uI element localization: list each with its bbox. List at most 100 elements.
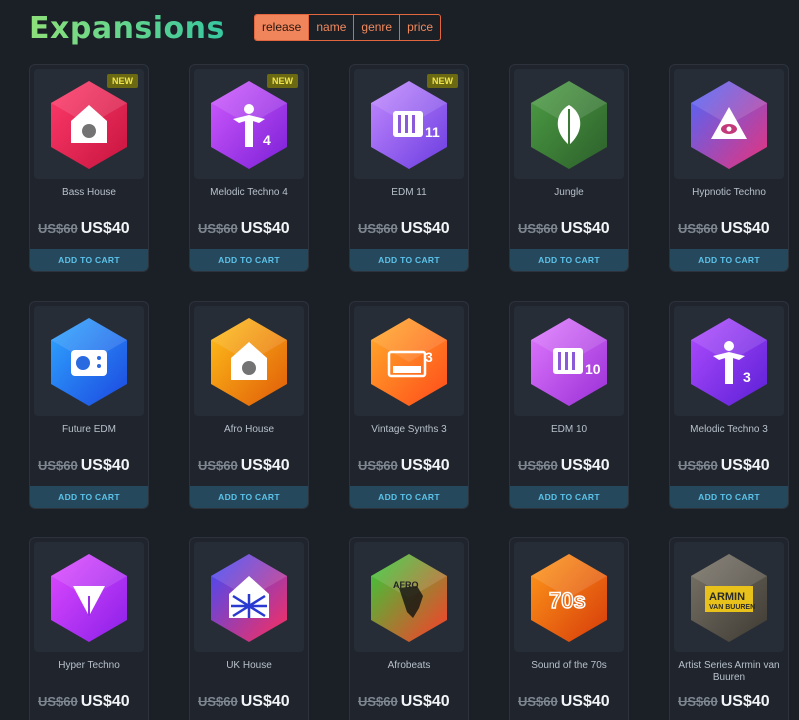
original-price: US$60 <box>678 458 718 473</box>
bass-house-icon <box>51 81 127 169</box>
add-to-cart-button[interactable]: ADD TO CART <box>30 486 148 508</box>
uk-house-icon <box>211 554 287 642</box>
product-card[interactable]: NEW Bass House US$60 US$40 ADD TO CART <box>29 64 149 272</box>
sort-toggle-group: release name genre price <box>254 14 442 41</box>
svg-text:11: 11 <box>425 124 440 140</box>
original-price: US$60 <box>678 221 718 236</box>
add-to-cart-button[interactable]: ADD TO CART <box>30 249 148 271</box>
product-card[interactable]: 10 EDM 10 US$60 US$40 ADD TO CART <box>509 301 629 509</box>
sort-release-button[interactable]: release <box>255 15 310 40</box>
product-thumbnail[interactable]: 3 <box>674 306 784 416</box>
product-card[interactable]: ARMIN VAN BUUREN Artist Series Armin van … <box>669 537 789 720</box>
product-card[interactable]: 3 Vintage Synths 3 US$60 US$40 ADD TO CART <box>349 301 469 509</box>
add-to-cart-button[interactable]: ADD TO CART <box>190 249 308 271</box>
product-card[interactable]: 70s Sound of the 70sUS$60US$40ADD TO CAR… <box>509 537 629 720</box>
price-row: US$60 US$40 <box>358 693 450 713</box>
product-thumbnail[interactable]: NEW <box>34 69 144 179</box>
product-thumbnail[interactable] <box>34 542 144 652</box>
product-thumbnail[interactable] <box>194 542 304 652</box>
product-name[interactable]: Bass House <box>34 187 144 199</box>
jungle-leaf-icon <box>531 81 607 169</box>
product-name[interactable]: Afrobeats <box>354 660 464 672</box>
sale-price: US$40 <box>80 220 130 237</box>
price-row: US$60 US$40 <box>518 693 610 713</box>
product-name[interactable]: Melodic Techno 3 <box>674 424 784 436</box>
sale-price: US$40 <box>720 220 770 237</box>
price-row: US$60 US$40 <box>198 220 290 240</box>
product-name[interactable]: Hypnotic Techno <box>674 187 784 199</box>
product-thumbnail[interactable] <box>194 306 304 416</box>
svg-text:70s: 70s <box>549 588 586 613</box>
price-row: US$60 US$40 <box>678 220 770 240</box>
price-row: US$60 US$40 <box>518 220 610 240</box>
product-thumbnail[interactable]: 11 NEW <box>354 69 464 179</box>
sort-price-button[interactable]: price <box>400 15 440 40</box>
product-thumbnail[interactable] <box>674 69 784 179</box>
product-thumbnail[interactable] <box>34 306 144 416</box>
product-name[interactable]: EDM 10 <box>514 424 624 436</box>
price-row: US$60 US$40 <box>38 220 130 240</box>
sort-genre-button[interactable]: genre <box>354 15 401 40</box>
new-badge: NEW <box>107 74 138 88</box>
add-to-cart-button[interactable]: ADD TO CART <box>670 249 788 271</box>
product-name[interactable]: Sound of the 70s <box>514 660 624 672</box>
original-price: US$60 <box>518 458 558 473</box>
add-to-cart-button[interactable]: ADD TO CART <box>350 249 468 271</box>
vintage-synth-icon: 3 <box>371 318 447 406</box>
new-badge: NEW <box>427 74 458 88</box>
add-to-cart-button[interactable]: ADD TO CART <box>510 249 628 271</box>
sale-price: US$40 <box>400 693 450 710</box>
product-name[interactable]: Melodic Techno 4 <box>194 187 304 199</box>
edm-mixer-icon: 11 <box>371 81 447 169</box>
add-to-cart-button[interactable]: ADD TO CART <box>350 486 468 508</box>
product-thumbnail[interactable]: 4 NEW <box>194 69 304 179</box>
edm-mixer-icon: 10 <box>531 318 607 406</box>
price-row: US$60 US$40 <box>678 693 770 713</box>
product-card[interactable]: Afro House US$60 US$40 ADD TO CART <box>189 301 309 509</box>
sale-price: US$40 <box>240 693 290 710</box>
product-name[interactable]: Jungle <box>514 187 624 199</box>
add-to-cart-button[interactable]: ADD TO CART <box>190 486 308 508</box>
product-thumbnail[interactable]: AFRO <box>354 542 464 652</box>
price-row: US$60 US$40 <box>518 457 610 477</box>
product-card[interactable]: UK HouseUS$60US$40ADD TO CART <box>189 537 309 720</box>
original-price: US$60 <box>518 221 558 236</box>
price-row: US$60 US$40 <box>38 457 130 477</box>
product-thumbnail[interactable]: 10 <box>514 306 624 416</box>
price-row: US$60 US$40 <box>198 693 290 713</box>
product-thumbnail[interactable] <box>514 69 624 179</box>
new-badge: NEW <box>267 74 298 88</box>
product-card[interactable]: AFRO AfrobeatsUS$60US$40ADD TO CART <box>349 537 469 720</box>
svg-text:3: 3 <box>425 349 433 365</box>
product-name[interactable]: Hyper Techno <box>34 660 144 672</box>
product-name[interactable]: UK House <box>194 660 304 672</box>
product-name[interactable]: Future EDM <box>34 424 144 436</box>
product-thumbnail[interactable]: 3 <box>354 306 464 416</box>
product-name[interactable]: Artist Series Armin van Buuren <box>674 660 784 684</box>
sale-price: US$40 <box>720 457 770 474</box>
product-card[interactable]: Future EDM US$60 US$40 ADD TO CART <box>29 301 149 509</box>
product-name[interactable]: Afro House <box>194 424 304 436</box>
product-card[interactable]: 4 NEW Melodic Techno 4 US$60 US$40 ADD TO CA… <box>189 64 309 272</box>
product-card[interactable]: Hyper TechnoUS$60US$40ADD TO CART <box>29 537 149 720</box>
product-name[interactable]: Vintage Synths 3 <box>354 424 464 436</box>
add-to-cart-button[interactable]: ADD TO CART <box>510 486 628 508</box>
original-price: US$60 <box>38 221 78 236</box>
page-header: Expansions <box>29 6 225 50</box>
product-thumbnail[interactable]: 70s <box>514 542 624 652</box>
product-card[interactable]: Hypnotic Techno US$60 US$40 ADD TO CART <box>669 64 789 272</box>
product-name[interactable]: EDM 11 <box>354 187 464 199</box>
sort-name-button[interactable]: name <box>309 15 355 40</box>
product-card[interactable]: 3 Melodic Techno 3 US$60 US$40 ADD TO CART <box>669 301 789 509</box>
product-card[interactable]: 11 NEW EDM 11 US$60 US$40 ADD TO CART <box>349 64 469 272</box>
svg-text:VAN BUUREN: VAN BUUREN <box>709 604 755 611</box>
armin-logo-icon: ARMINVAN BUUREN <box>691 554 767 642</box>
svg-text:4: 4 <box>263 132 271 148</box>
product-thumbnail[interactable]: ARMIN VAN BUUREN <box>674 542 784 652</box>
afrobeats-icon: AFRO <box>371 554 447 642</box>
add-to-cart-button[interactable]: ADD TO CART <box>670 486 788 508</box>
original-price: US$60 <box>198 458 238 473</box>
svg-text:ARMIN: ARMIN <box>709 591 745 603</box>
product-card[interactable]: Jungle US$60 US$40 ADD TO CART <box>509 64 629 272</box>
hyper-techno-icon <box>51 554 127 642</box>
